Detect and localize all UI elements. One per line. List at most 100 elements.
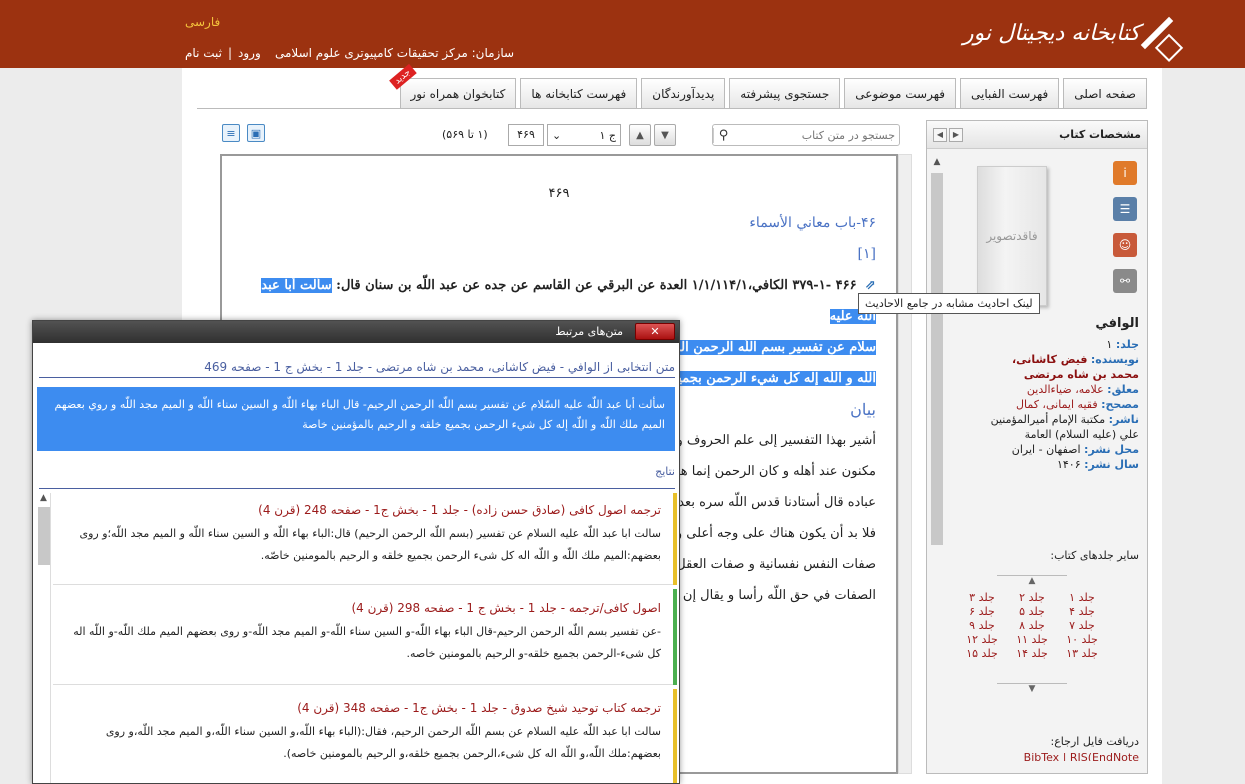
next-page-button[interactable]: ▼: [654, 124, 676, 146]
author-row: نویسنده: فیض کاشانی، محمد بن شاه مرتضی: [989, 352, 1139, 382]
year-label: سال نشر:: [1084, 458, 1139, 471]
result-text: سالت ابا عبد اللّه عليه السلام عن تفسير …: [79, 527, 661, 562]
volume-link[interactable]: جلد ۲: [1007, 591, 1057, 604]
page-number: ۴۶۹: [548, 186, 570, 201]
search-icon[interactable]: ⚲: [713, 127, 733, 143]
book-info: الوافي جلد: ۱ نویسنده: فیض کاشانی، محمد …: [989, 316, 1139, 472]
editor-value[interactable]: فقیه ایمانی، کمال: [1016, 398, 1098, 411]
volume-row: جلد: ۱: [989, 337, 1139, 352]
book-search: ⚲: [712, 124, 900, 146]
chevron-left-icon[interactable]: ◀: [933, 127, 947, 142]
dialog-titlebar[interactable]: متن‌های مرتبط ✕: [33, 321, 679, 343]
tab-home[interactable]: صفحه اصلی: [1063, 78, 1147, 108]
prev-page-button[interactable]: ▲: [629, 124, 651, 146]
tab-authors[interactable]: پدیدآورندگان: [641, 78, 726, 108]
auth-links: ورود | ثبت نام: [185, 46, 261, 60]
book-details-panel: ◀ ▶ مشخصات کتاب ▲ فاقدتصویر i ☰ ☺ ⚯ الوا…: [926, 120, 1148, 774]
volume-link[interactable]: جلد ۱۱: [1007, 633, 1057, 646]
list-icon[interactable]: ☰: [1113, 197, 1137, 221]
editor-row: مصحح: فقیه ایمانی، کمال: [989, 397, 1139, 412]
tab-libraries[interactable]: فهرست کتابخانه ها: [520, 78, 638, 108]
result-title[interactable]: ترجمه اصول کافی (صادق حسن زاده) - جلد 1 …: [63, 499, 661, 521]
page-range-label: (۱ تا ۵۶۹): [442, 128, 488, 141]
volumes-scroll-up-icon[interactable]: ▲: [997, 575, 1067, 587]
volume-link[interactable]: جلد ۸: [1007, 619, 1057, 632]
volume-link[interactable]: جلد ۱۳: [1057, 647, 1107, 660]
login-link[interactable]: ورود: [238, 46, 261, 60]
volume-label: جلد:: [1115, 338, 1139, 351]
volume-link[interactable]: جلد ۱۲: [957, 633, 1007, 646]
image-view-icon[interactable]: ▣: [247, 124, 265, 142]
volume-select-value: ج ۱: [599, 128, 616, 142]
result-color-bar: [673, 589, 677, 685]
side-scrollbar[interactable]: ▲: [930, 157, 944, 767]
place-value: اصفهان - ایران: [1011, 443, 1081, 456]
result-title[interactable]: ترجمه کتاب توحید شیخ صدوق - جلد 1 - بخش …: [63, 697, 661, 719]
scroll-thumb[interactable]: [37, 507, 50, 565]
site-logo[interactable]: کتابخانه دیجیتال نور: [963, 8, 1174, 58]
side-nav: ◀ ▶: [933, 127, 963, 142]
tab-subject-index[interactable]: فهرست موضوعی: [844, 78, 956, 108]
volume-link[interactable]: جلد ۱: [1057, 591, 1107, 604]
results-divider: [39, 488, 675, 489]
link-icon[interactable]: ⚯: [1113, 269, 1137, 293]
result-title[interactable]: اصول کافی/ترجمه - جلد 1 - بخش ج 1 - صفحه…: [63, 597, 661, 619]
external-link-icon[interactable]: ⇗: [865, 278, 876, 293]
volume-link[interactable]: جلد ۱۵: [957, 647, 1007, 660]
arrow-up-icon: ▲: [636, 129, 644, 141]
volume-select[interactable]: ج ۱ ⌄: [547, 124, 621, 146]
annotator-label: معلق:: [1107, 383, 1139, 396]
auth-separator: |: [227, 46, 233, 60]
place-label: محل نشر:: [1084, 443, 1139, 456]
publisher-label: ناشر:: [1108, 413, 1139, 426]
scroll-up-icon[interactable]: ▲: [934, 157, 941, 167]
download-links[interactable]: BibTex | RIS(EndNote: [1024, 751, 1139, 761]
annotator-row: معلق: علامه، ضیاءالدین: [989, 382, 1139, 397]
related-texts-dialog: متن‌های مرتبط ✕ متن انتخابی از الوافي - …: [32, 320, 680, 784]
dialog-quote: سألت أبا عبد اللّه عليه السّلام عن تفسير…: [37, 387, 675, 451]
person-icon[interactable]: ☺: [1113, 233, 1137, 257]
volumes-list: جلد ۱ جلد ۲ جلد ۳ جلد ۴ جلد ۵ جلد ۶ جلد …: [957, 591, 1107, 660]
scroll-up-icon[interactable]: ▲: [40, 493, 47, 503]
chevron-right-icon[interactable]: ▶: [949, 127, 963, 142]
scroll-thumb[interactable]: [931, 173, 943, 545]
result-color-bar: [673, 493, 677, 585]
volume-link[interactable]: جلد ۴: [1057, 605, 1107, 618]
tab-alphabetical-index[interactable]: فهرست الفبایی: [960, 78, 1060, 108]
volume-link[interactable]: جلد ۱۴: [1007, 647, 1057, 660]
organization-label: سازمان: مرکز تحقیقات کامپیوتری علوم اسلا…: [275, 46, 515, 60]
info-icon[interactable]: i: [1113, 161, 1137, 185]
main-tabs: صفحه اصلی فهرست الفبایی فهرست موضوعی جست…: [399, 78, 1163, 108]
tab-mobile-reader[interactable]: کتابخوان همراه نور: [399, 78, 517, 108]
volume-value: ۱: [1106, 338, 1113, 351]
volume-link[interactable]: جلد ۱۰: [1057, 633, 1107, 646]
tab-advanced-search[interactable]: جستجوی پیشرفته: [729, 78, 841, 108]
volume-link[interactable]: جلد ۹: [957, 619, 1007, 632]
volume-link[interactable]: جلد ۷: [1057, 619, 1107, 632]
dialog-scrollbar[interactable]: ▲: [37, 493, 51, 783]
page-scrollbar[interactable]: [898, 154, 912, 774]
close-button[interactable]: ✕: [635, 323, 675, 340]
book-details-title: مشخصات کتاب: [1059, 128, 1141, 141]
logo-text: کتابخانه دیجیتال نور: [963, 20, 1140, 46]
book-search-input[interactable]: [733, 128, 899, 142]
publisher-row: ناشر: مکتبة الإمام أمیرالمؤمنین علي (علی…: [989, 412, 1139, 442]
tabs-divider: [197, 108, 1147, 109]
result-item[interactable]: ترجمه کتاب توحید شیخ صدوق - جلد 1 - بخش …: [53, 689, 677, 783]
annotator-value[interactable]: علامه، ضیاءالدین: [1027, 383, 1104, 396]
chapter-title: ۴۶-باب معاني الأسماء: [749, 215, 876, 231]
dialog-source: متن انتخابی از الوافي - فیض کاشانی، محمد…: [39, 357, 675, 378]
year-value: ۱۴۰۶: [1056, 458, 1081, 471]
volume-link[interactable]: جلد ۵: [1007, 605, 1057, 618]
volumes-scroll-down-icon[interactable]: ▼: [997, 683, 1067, 695]
language-link[interactable]: فارسی: [185, 15, 220, 29]
place-row: محل نشر: اصفهان - ایران: [989, 442, 1139, 457]
register-link[interactable]: ثبت نام: [185, 46, 222, 60]
result-item[interactable]: ترجمه اصول کافی (صادق حسن زاده) - جلد 1 …: [53, 493, 677, 585]
text-view-icon[interactable]: ≡: [222, 124, 240, 142]
result-item[interactable]: اصول کافی/ترجمه - جلد 1 - بخش ج 1 - صفحه…: [53, 589, 677, 685]
volume-link[interactable]: جلد ۳: [957, 591, 1007, 604]
similar-hadith-tooltip: لینک احادیث مشابه در جامع الاحادیث: [858, 293, 1040, 314]
page-number-input[interactable]: ۴۶۹: [508, 124, 544, 146]
volume-link[interactable]: جلد ۶: [957, 605, 1007, 618]
